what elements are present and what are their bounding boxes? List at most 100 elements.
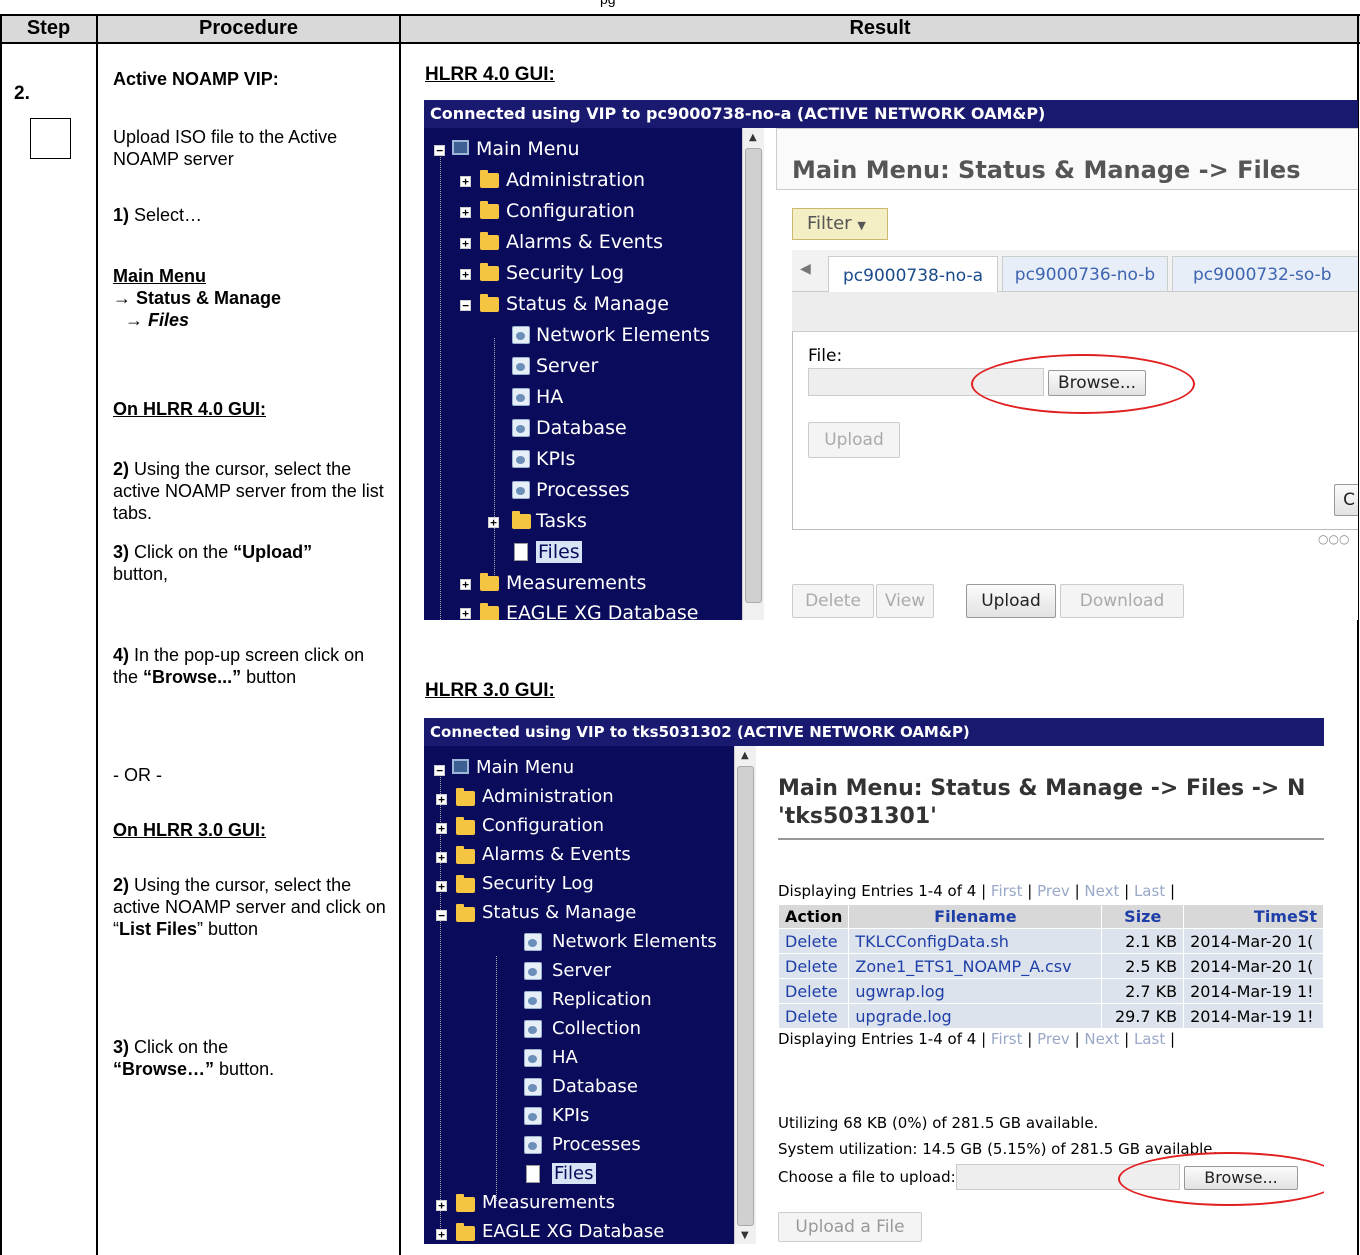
tree-main-menu[interactable]: Main Menu: [476, 138, 580, 160]
tab-pc9000736-no-b[interactable]: pc9000736-no-b: [1002, 256, 1168, 292]
resize-handle-icon[interactable]: ○○○: [1318, 532, 1349, 546]
tree-alarms-events[interactable]: Alarms & Events: [506, 231, 663, 253]
tree-processes[interactable]: Processes: [552, 1134, 641, 1155]
tree-scrollbar[interactable]: ▲: [742, 128, 764, 620]
tree-eagle-xg-database[interactable]: EAGLE XG Database: [482, 1221, 664, 1242]
tree-security-log[interactable]: Security Log: [506, 262, 624, 284]
expand-icon[interactable]: +: [460, 207, 471, 218]
expand-icon[interactable]: +: [460, 269, 471, 280]
filename-link[interactable]: TKLCConfigData.sh: [848, 928, 1103, 954]
expand-icon[interactable]: +: [436, 794, 447, 805]
tree-configuration[interactable]: Configuration: [482, 815, 604, 836]
tree-processes[interactable]: Processes: [536, 479, 630, 501]
tree-main-menu[interactable]: Main Menu: [476, 757, 574, 778]
first-link[interactable]: First: [991, 882, 1023, 900]
expand-icon[interactable]: +: [460, 608, 471, 619]
tree-database[interactable]: Database: [536, 417, 627, 439]
filter-dropdown[interactable]: Filter ▼: [792, 208, 888, 240]
prev-link[interactable]: Prev: [1037, 882, 1070, 900]
tree-scrollbar[interactable]: ▲ ▼: [734, 746, 756, 1244]
tree-network-elements[interactable]: Network Elements: [536, 324, 710, 346]
tree-ha[interactable]: HA: [552, 1047, 578, 1068]
col-action[interactable]: Action: [777, 904, 850, 929]
tree-administration[interactable]: Administration: [482, 786, 614, 807]
tree-measurements[interactable]: Measurements: [482, 1192, 615, 1213]
delete-link[interactable]: Delete: [777, 953, 850, 979]
page-title-line-2: 'tks5031301': [778, 804, 937, 829]
hlrr40-step-3-button-name: “Upload”: [233, 542, 313, 562]
collapse-icon[interactable]: −: [434, 145, 445, 156]
upload-button[interactable]: Upload: [966, 584, 1056, 618]
dialog-upload-button[interactable]: Upload: [808, 422, 900, 458]
col-timestamp[interactable]: TimeSt: [1183, 904, 1324, 929]
expand-icon[interactable]: +: [460, 579, 471, 590]
tree-ha[interactable]: HA: [536, 386, 563, 408]
expand-icon[interactable]: +: [436, 1200, 447, 1211]
hlrr30-step-3-text: Click on the: [134, 1037, 229, 1057]
tree-kpis[interactable]: KPIs: [552, 1105, 589, 1126]
cut-off-button[interactable]: C: [1334, 484, 1358, 516]
col-filename[interactable]: Filename: [848, 904, 1103, 929]
tree-files[interactable]: Files: [552, 1163, 596, 1184]
collapse-icon[interactable]: −: [436, 910, 447, 921]
expand-icon[interactable]: +: [436, 852, 447, 863]
hlrr30-step-2-button-name: List Files: [119, 919, 198, 939]
delete-link[interactable]: Delete: [777, 928, 850, 954]
tab-pc9000732-so-b[interactable]: pc9000732-so-b: [1172, 256, 1358, 292]
tree-tasks[interactable]: Tasks: [536, 510, 587, 532]
tree-alarms-events[interactable]: Alarms & Events: [482, 844, 631, 865]
delete-link[interactable]: Delete: [777, 1003, 850, 1029]
table-header-row: Action Filename Size TimeSt: [777, 904, 1324, 929]
filename-link[interactable]: Zone1_ETS1_NOAMP_A.csv: [848, 953, 1103, 979]
tree-collection[interactable]: Collection: [552, 1018, 641, 1039]
last-link[interactable]: Last: [1134, 1030, 1165, 1048]
tree-security-log[interactable]: Security Log: [482, 873, 594, 894]
upload-a-file-button[interactable]: Upload a File: [778, 1212, 922, 1242]
tree-server[interactable]: Server: [552, 960, 611, 981]
delete-link[interactable]: Delete: [777, 978, 850, 1004]
expand-icon[interactable]: +: [460, 176, 471, 187]
tab-scroll-left-icon[interactable]: ◀: [800, 261, 811, 277]
step-checkbox[interactable]: [30, 118, 71, 159]
tree-server[interactable]: Server: [536, 355, 598, 377]
tree-administration[interactable]: Administration: [506, 169, 645, 191]
scrollbar-thumb[interactable]: [737, 766, 754, 1226]
next-link[interactable]: Next: [1084, 882, 1119, 900]
tree-status-manage[interactable]: Status & Manage: [506, 293, 669, 315]
hlrr40-screenshot: Connected using VIP to pc9000738-no-a (A…: [424, 100, 1358, 620]
first-link[interactable]: First: [991, 1030, 1023, 1048]
expand-icon[interactable]: +: [436, 881, 447, 892]
tab-pc9000738-no-a[interactable]: pc9000738-no-a: [828, 256, 998, 294]
expand-icon[interactable]: +: [460, 238, 471, 249]
scroll-up-icon[interactable]: ▲: [749, 132, 757, 143]
col-size[interactable]: Size: [1101, 904, 1185, 929]
last-link[interactable]: Last: [1134, 882, 1165, 900]
expand-icon[interactable]: +: [436, 1229, 447, 1240]
prev-link[interactable]: Prev: [1037, 1030, 1070, 1048]
tree-eagle-xg-database[interactable]: EAGLE XG Database: [506, 602, 698, 620]
tree-configuration[interactable]: Configuration: [506, 200, 635, 222]
hlrr40-step-2: 2) Using the cursor, select the active N…: [113, 458, 398, 524]
download-button[interactable]: Download: [1060, 584, 1184, 618]
delete-button[interactable]: Delete: [792, 584, 874, 618]
tree-files[interactable]: Files: [536, 541, 582, 563]
scroll-up-icon[interactable]: ▲: [741, 750, 749, 761]
collapse-icon[interactable]: −: [434, 765, 445, 776]
expand-icon[interactable]: +: [436, 823, 447, 834]
tree-replication[interactable]: Replication: [552, 989, 652, 1010]
folder-icon: [480, 263, 499, 281]
view-button[interactable]: View: [876, 584, 934, 618]
tree-network-elements[interactable]: Network Elements: [552, 931, 717, 952]
collapse-icon[interactable]: −: [460, 300, 471, 311]
filename-link[interactable]: ugwrap.log: [848, 978, 1103, 1004]
tree-database[interactable]: Database: [552, 1076, 638, 1097]
tree-status-manage[interactable]: Status & Manage: [482, 902, 636, 923]
scrollbar-thumb[interactable]: [745, 148, 762, 603]
files-table: Action Filename Size TimeSt Delete TKLCC…: [777, 904, 1324, 1029]
tree-measurements[interactable]: Measurements: [506, 572, 646, 594]
expand-icon[interactable]: +: [488, 517, 499, 528]
scroll-down-icon[interactable]: ▼: [741, 1230, 749, 1241]
filename-link[interactable]: upgrade.log: [848, 1003, 1103, 1029]
tree-kpis[interactable]: KPIs: [536, 448, 575, 470]
next-link[interactable]: Next: [1084, 1030, 1119, 1048]
